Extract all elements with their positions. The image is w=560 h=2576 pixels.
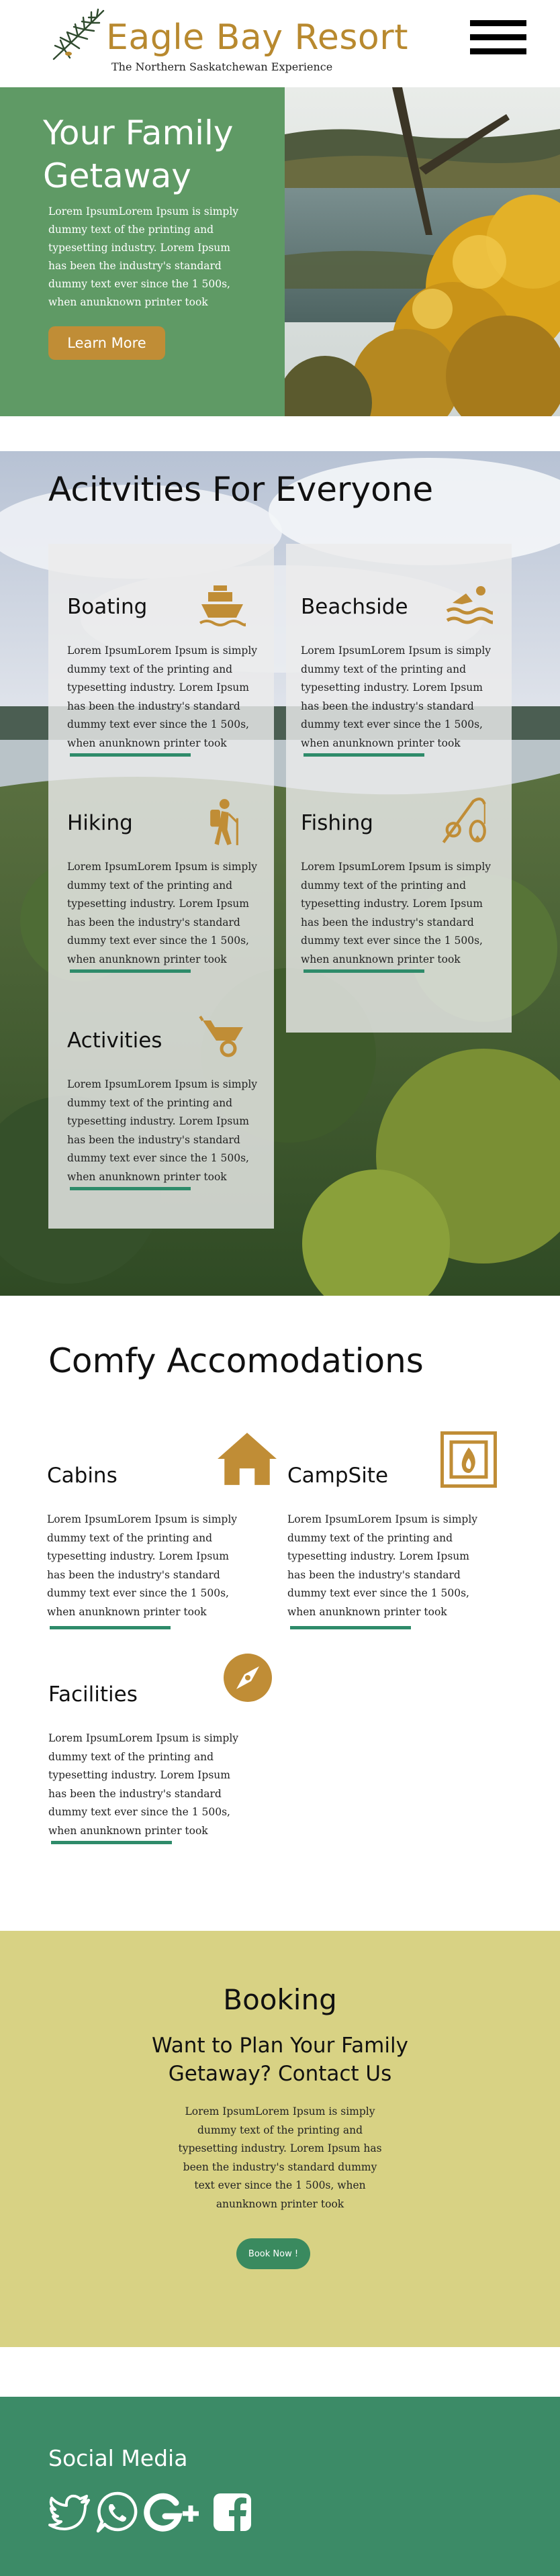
swimmer-icon [446,586,493,624]
tile-underline [70,1187,191,1190]
accommodations-title: Comfy Accomodations [48,1341,424,1380]
tile-text: Lorem IpsumLorem Ipsum is simply dummy t… [47,1513,238,1618]
tile-title: Hiking [67,811,133,835]
hero-title: Your Family Getaway [43,113,234,195]
tile-underline [290,1626,411,1629]
tile-text: Lorem IpsumLorem Ipsum is simply dummy t… [67,1078,258,1183]
house-icon [218,1433,277,1485]
social-media-title: Social Media [48,2445,188,2471]
activities-title: Acitvities For Everyone [48,470,434,509]
tile-underline [304,969,424,973]
site-title[interactable]: Eagle Bay Resort [106,17,408,58]
ship-icon [199,585,246,626]
activities-section: Acitvities For Everyone Boating Lorem Ip… [0,451,560,1296]
tile-underline [51,1841,172,1844]
tile-underline [70,753,191,757]
wheelbarrow-icon [199,1015,243,1057]
hero-text: Lorem IpsumLorem Ipsum is simply dummy t… [48,205,239,308]
tile-underline [304,753,424,757]
tile-title: Cabins [47,1464,118,1488]
pine-branch-logo-icon [52,8,105,60]
tile-text: Lorem IpsumLorem Ipsum is simply dummy t… [67,645,258,749]
hero-panel: Your Family Getaway Lorem IpsumLorem Ips… [0,87,285,416]
tile-title: CampSite [287,1464,389,1488]
tile-title: Facilities [48,1682,138,1707]
booking-title: Booking [223,1983,337,2016]
hero-section: Your Family Getaway Lorem IpsumLorem Ips… [0,87,560,416]
learn-more-button[interactable]: Learn More [48,326,165,360]
booking-section: Booking Want to Plan Your Family Getaway… [0,1931,560,2347]
facebook-icon[interactable] [211,2491,254,2534]
site-header: Eagle Bay Resort The Northern Saskatchew… [0,0,560,87]
hamburger-menu-icon[interactable] [470,20,526,55]
site-tagline: The Northern Saskatchewan Experience [111,60,333,73]
tile-title: Activities [67,1029,162,1053]
tile-text: Lorem IpsumLorem Ipsum is simply dummy t… [287,1513,478,1618]
tile-underline [50,1626,171,1629]
fishing-icon [442,797,486,844]
compass-icon [224,1654,272,1702]
twitter-icon[interactable] [48,2491,91,2534]
site-footer: Social Media [0,2397,560,2576]
tile-underline [70,969,191,973]
hiker-icon [210,799,238,845]
tile-title: Boating [67,595,148,619]
google-plus-icon[interactable] [144,2491,204,2534]
tile-title: Beachside [301,595,408,619]
tile-text: Lorem IpsumLorem Ipsum is simply dummy t… [67,861,258,965]
tile-text: Lorem IpsumLorem Ipsum is simply dummy t… [301,861,492,965]
whatsapp-icon[interactable] [95,2491,138,2534]
booking-subtitle: Want to Plan Your Family Getaway? Contac… [152,2034,408,2086]
tile-text: Lorem IpsumLorem Ipsum is simply dummy t… [301,645,492,749]
fireplace-icon [440,1431,497,1488]
tile-text: Lorem IpsumLorem Ipsum is simply dummy t… [48,1732,239,1837]
booking-text: Lorem IpsumLorem Ipsum is simply dummy t… [178,2105,382,2210]
hero-lake-photo [285,87,560,416]
tile-title: Fishing [301,811,373,835]
book-now-button[interactable]: Book Now ! [236,2238,310,2269]
